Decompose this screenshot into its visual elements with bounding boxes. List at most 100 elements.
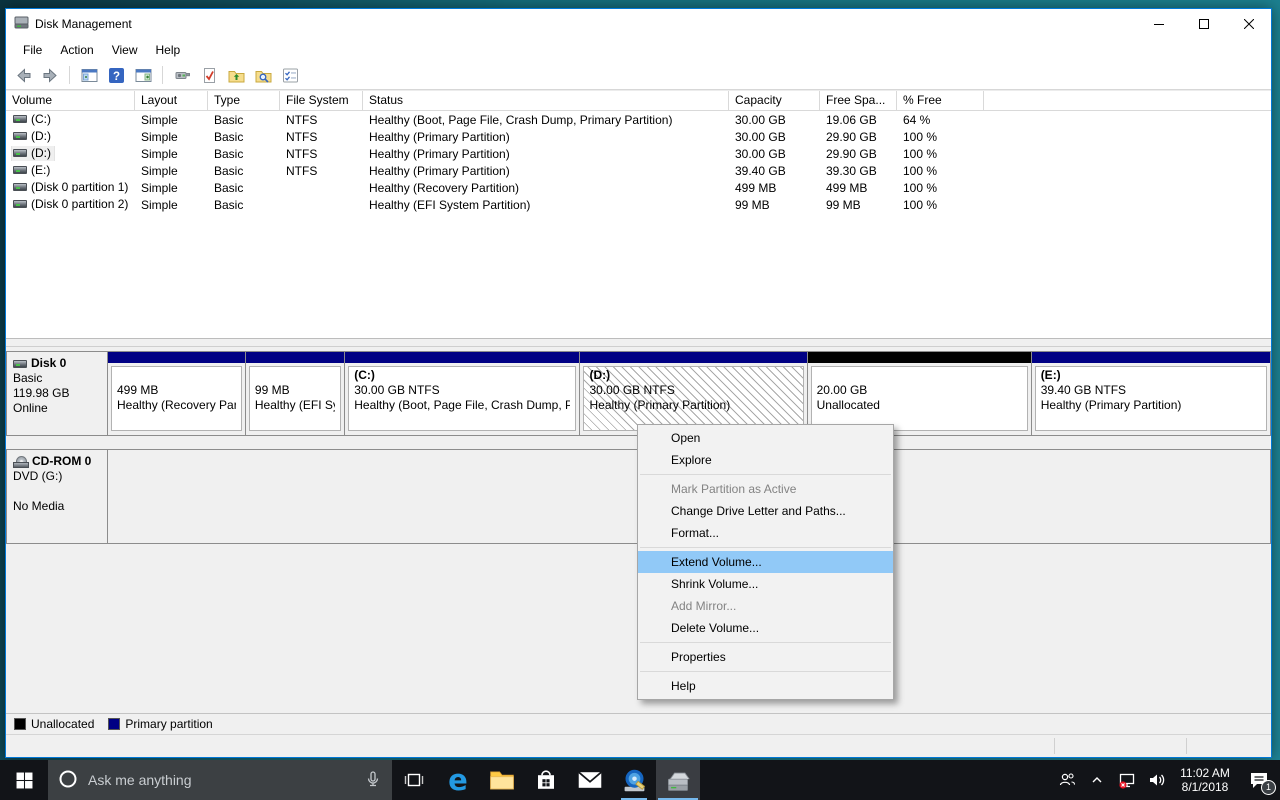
column-header-free[interactable]: % Free: [897, 91, 984, 110]
cdrom-status: No Media: [13, 499, 101, 514]
people-icon[interactable]: [1052, 760, 1082, 800]
toolbar-separator: [162, 66, 163, 84]
legend-label: Primary partition: [125, 717, 212, 731]
context-menu-item-change-drive-letter-and-paths[interactable]: Change Drive Letter and Paths...: [638, 500, 893, 522]
context-menu-item-help[interactable]: Help: [638, 675, 893, 697]
cell-pct_free: 64 %: [897, 113, 984, 127]
cell-layout: Simple: [135, 147, 208, 161]
help-icon[interactable]: ?: [105, 64, 127, 86]
taskbar-app-disk-utility[interactable]: [612, 760, 656, 800]
network-icon[interactable]: [1112, 760, 1142, 800]
tray-overflow-chevron-icon[interactable]: [1082, 760, 1112, 800]
volume-name: (C:): [31, 112, 51, 126]
task-view-button[interactable]: [392, 760, 436, 800]
column-header-layout[interactable]: Layout: [135, 91, 208, 110]
taskbar-app-edge[interactable]: e: [436, 760, 480, 800]
partition-status: Healthy (Primary Partition): [589, 398, 797, 413]
toolbar-separator: [69, 66, 70, 84]
menu-help[interactable]: Help: [147, 40, 190, 60]
volume-cell: (Disk 0 partition 2): [6, 197, 135, 212]
menu-file[interactable]: File: [14, 40, 51, 60]
show-action-pane-icon[interactable]: [132, 64, 154, 86]
back-icon[interactable]: [12, 64, 34, 86]
context-menu-item-explore[interactable]: Explore: [638, 449, 893, 471]
legend-swatch: [14, 718, 26, 730]
partition-title: (D:): [589, 368, 797, 383]
volume-row-e-3[interactable]: (E:)SimpleBasicNTFSHealthy (Primary Part…: [6, 162, 1271, 179]
title-bar[interactable]: Disk Management: [6, 9, 1271, 38]
action-center-button[interactable]: 1: [1238, 760, 1280, 800]
partition-size: 499 MB: [117, 383, 236, 398]
partition-status: Healthy (Recovery Parti: [117, 398, 236, 413]
menu-action[interactable]: Action: [51, 40, 102, 60]
start-button[interactable]: [0, 760, 48, 800]
volume-row-d-1[interactable]: (D:)SimpleBasicNTFSHealthy (Primary Part…: [6, 128, 1271, 145]
cell-capacity: 30.00 GB: [729, 130, 820, 144]
partition-body: 99 MBHealthy (EFI Syst: [249, 366, 341, 431]
disk-type: Basic: [13, 371, 101, 386]
column-header-type[interactable]: Type: [208, 91, 280, 110]
cell-capacity: 499 MB: [729, 181, 820, 195]
close-button[interactable]: [1226, 9, 1271, 38]
context-menu-item-format[interactable]: Format...: [638, 522, 893, 544]
notification-badge: 1: [1261, 780, 1276, 795]
maximize-button[interactable]: [1181, 9, 1226, 38]
context-menu-item-extend-volume[interactable]: Extend Volume...: [638, 551, 893, 573]
minimize-button[interactable]: [1136, 9, 1181, 38]
cortana-search-box[interactable]: Ask me anything: [48, 760, 392, 800]
forward-icon[interactable]: [39, 64, 61, 86]
pane-splitter[interactable]: [6, 338, 1271, 347]
volume-icon: [13, 166, 27, 174]
partition-block-healthy-recovery-parti[interactable]: 499 MBHealthy (Recovery Parti: [108, 352, 246, 435]
partition-block-c[interactable]: (C:)30.00 GB NTFSHealthy (Boot, Page Fil…: [345, 352, 580, 435]
partition-context-menu: OpenExploreMark Partition as ActiveChang…: [637, 424, 894, 700]
context-menu-item-properties[interactable]: Properties: [638, 646, 893, 668]
device-icon[interactable]: [171, 64, 193, 86]
cdrom-0-label[interactable]: CD-ROM 0 DVD (G:) No Media: [7, 450, 108, 543]
volume-icon: [13, 149, 27, 157]
menu-view[interactable]: View: [103, 40, 147, 60]
cell-status: Healthy (Recovery Partition): [363, 181, 729, 195]
partition-body: 499 MBHealthy (Recovery Parti: [111, 366, 242, 431]
taskbar-app-disk-management[interactable]: [656, 760, 700, 800]
partition-block-healthy-efi-syst[interactable]: 99 MBHealthy (EFI Syst: [246, 352, 345, 435]
context-menu-item-shrink-volume[interactable]: Shrink Volume...: [638, 573, 893, 595]
cell-pct_free: 100 %: [897, 147, 984, 161]
partition-block-e[interactable]: (E:)39.40 GB NTFSHealthy (Primary Partit…: [1032, 352, 1270, 435]
taskbar-clock[interactable]: 11:02 AM 8/1/2018: [1172, 766, 1238, 794]
volume-row-c-0[interactable]: (C:)SimpleBasicNTFSHealthy (Boot, Page F…: [6, 111, 1271, 128]
disk-0-label[interactable]: Disk 0 Basic 119.98 GB Online: [7, 352, 108, 435]
checklist-icon[interactable]: [279, 64, 301, 86]
volume-icon[interactable]: [1142, 760, 1172, 800]
partition-title: [255, 368, 335, 383]
folder-up-icon[interactable]: [225, 64, 247, 86]
volume-name: (Disk 0 partition 1): [31, 180, 128, 194]
taskbar-app-mail[interactable]: [568, 760, 612, 800]
cell-pct_free: 100 %: [897, 130, 984, 144]
partition-size: 30.00 GB NTFS: [589, 383, 797, 398]
volume-row-disk-0-partition-1-4[interactable]: (Disk 0 partition 1)SimpleBasicHealthy (…: [6, 179, 1271, 196]
cell-status: Healthy (Primary Partition): [363, 147, 729, 161]
column-header-capacity[interactable]: Capacity: [729, 91, 820, 110]
cell-pct_free: 100 %: [897, 181, 984, 195]
taskbar-app-store[interactable]: [524, 760, 568, 800]
column-header-status[interactable]: Status: [363, 91, 729, 110]
volume-row-disk-0-partition-2-5[interactable]: (Disk 0 partition 2)SimpleBasicHealthy (…: [6, 196, 1271, 213]
check-document-icon[interactable]: [198, 64, 220, 86]
column-header-free-spa[interactable]: Free Spa...: [820, 91, 897, 110]
column-header-volume[interactable]: Volume: [6, 91, 135, 110]
cell-fs: NTFS: [280, 164, 363, 178]
partition-title: (E:): [1041, 368, 1261, 383]
volume-row-d-2[interactable]: (D:)SimpleBasicNTFSHealthy (Primary Part…: [6, 145, 1271, 162]
partition-block-d[interactable]: (D:)30.00 GB NTFSHealthy (Primary Partit…: [580, 352, 807, 435]
context-menu-item-delete-volume[interactable]: Delete Volume...: [638, 617, 893, 639]
partition-block-unallocated[interactable]: 20.00 GBUnallocated: [808, 352, 1032, 435]
status-bar: [6, 734, 1271, 757]
taskbar-app-file-explorer[interactable]: [480, 760, 524, 800]
show-console-tree-icon[interactable]: [78, 64, 100, 86]
partition-body: (D:)30.00 GB NTFSHealthy (Primary Partit…: [583, 366, 803, 431]
desktop: Disk Management FileActionViewHelp ? Vol…: [0, 0, 1280, 800]
context-menu-item-open[interactable]: Open: [638, 427, 893, 449]
folder-search-icon[interactable]: [252, 64, 274, 86]
column-header-file-system[interactable]: File System: [280, 91, 363, 110]
